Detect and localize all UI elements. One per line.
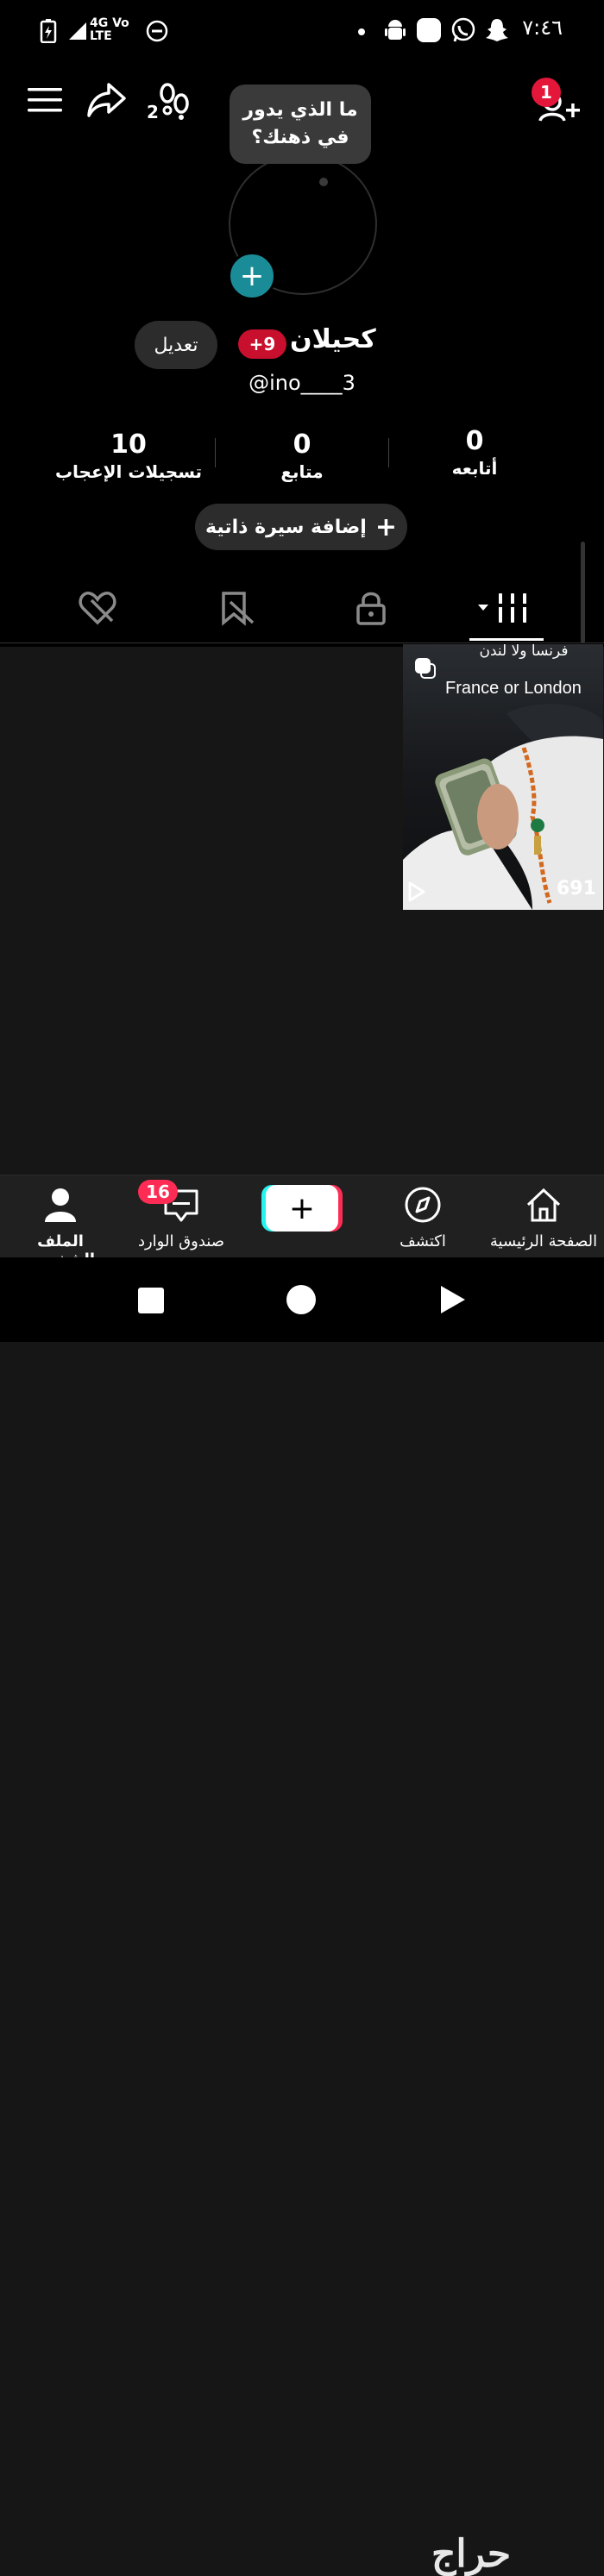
watermark: حراج [431, 2532, 512, 2576]
bubble-tail [319, 178, 328, 186]
recents-icon[interactable] [138, 1288, 164, 1313]
share-icon[interactable] [86, 81, 128, 119]
followers-count: 0 [293, 429, 311, 460]
network-label: 4G Vo LTE [90, 16, 129, 43]
nav-inbox-label: صندوق الوارد [137, 1232, 225, 1250]
tab-divider [0, 642, 604, 643]
status-bubble[interactable]: ما الذي يدور في ذهنك؟ [230, 85, 371, 164]
profile-icon [45, 1188, 76, 1222]
nav-home[interactable]: الصفحة الرئيسية [483, 1186, 604, 1250]
name-badge: +9 [238, 329, 286, 359]
footprints-icon [160, 83, 189, 120]
home-icon [526, 1188, 561, 1222]
dnd-icon [146, 20, 168, 42]
snapchat-icon [486, 19, 508, 41]
app-icon [417, 18, 441, 42]
profile-name: كحيلان [290, 324, 376, 354]
add-friend-button[interactable]: 1 [532, 78, 583, 126]
liked-hidden-tab-icon[interactable] [78, 590, 117, 626]
friends-count: 2 [147, 102, 159, 122]
inbox-badge: 16 [138, 1180, 178, 1204]
plus-icon: + [239, 259, 265, 293]
video-caption-ar: فرنسا ولا لندن [479, 644, 569, 660]
active-tab-indicator [469, 638, 544, 641]
plus-icon: + [288, 1190, 316, 1226]
scrollbar[interactable] [581, 542, 585, 643]
nav-discover[interactable]: اكتشف [362, 1186, 483, 1250]
status-time: ٧:٤٦ [522, 16, 563, 40]
following-stat[interactable]: 0 أتابعه [388, 426, 561, 479]
play-icon [408, 881, 425, 902]
video-caption-en: France or London [445, 679, 582, 698]
nav-profile[interactable]: الملف الشخصي [0, 1186, 121, 1269]
back-icon[interactable] [438, 1283, 468, 1316]
home-button-icon[interactable] [286, 1285, 316, 1314]
status-bar: 4G Vo LTE ٧:٤٦ [0, 0, 604, 60]
edit-button[interactable]: تعديل [135, 321, 217, 369]
multi-clip-icon [413, 656, 436, 679]
signal-icon [69, 22, 86, 40]
stat-divider [215, 438, 216, 467]
dot-icon [358, 28, 365, 35]
likes-stat[interactable]: 10 تسجيلات الإعجاب [42, 429, 215, 482]
following-label: أتابعه [451, 458, 498, 479]
friends-button[interactable]: 2 [145, 83, 195, 124]
compass-icon [405, 1187, 441, 1223]
add-bio-button[interactable]: إضافة سيرة ذاتية + [195, 504, 407, 550]
profile-handle: @ino____3 [249, 371, 355, 395]
battery-icon [40, 19, 57, 43]
create-button[interactable]: + [266, 1185, 338, 1232]
favorites-hidden-tab-icon[interactable] [218, 590, 256, 626]
likes-label: تسجيلات الإعجاب [54, 461, 203, 482]
bio-label: إضافة سيرة ذاتية [205, 516, 367, 538]
add-avatar-button[interactable]: + [228, 252, 276, 300]
stat-divider [388, 438, 389, 467]
videos-tab-icon[interactable] [476, 592, 530, 624]
menu-icon[interactable] [28, 86, 62, 114]
likes-count: 10 [110, 429, 147, 460]
requests-badge: 1 [532, 78, 561, 107]
whatsapp-icon [451, 17, 475, 42]
followers-label: متابع [280, 461, 324, 482]
nav-home-label: الصفحة الرئيسية [489, 1232, 598, 1250]
nav-discover-label: اكتشف [400, 1232, 446, 1250]
android-icon [385, 20, 406, 40]
following-count: 0 [465, 426, 484, 456]
followers-stat[interactable]: 0 متابع [216, 429, 388, 482]
plus-icon: + [374, 511, 397, 542]
system-nav: حراج [0, 1257, 604, 2576]
video-thumbnail[interactable]: فرنسا ولا لندن France or London 691 [403, 644, 603, 910]
lock-tab-icon[interactable] [354, 590, 388, 626]
view-count: 691 [557, 878, 596, 899]
